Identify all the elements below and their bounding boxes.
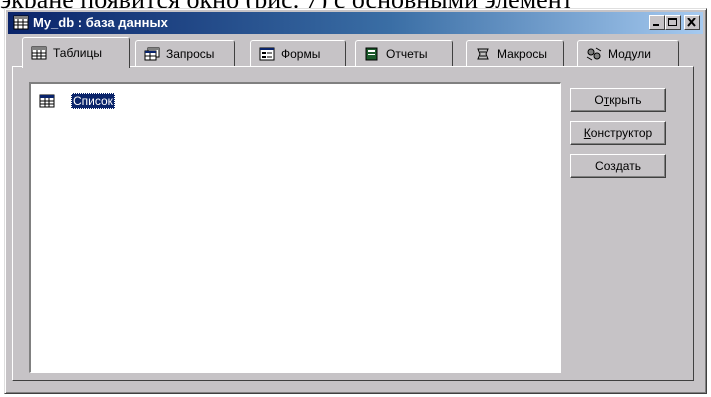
tab-label: Формы	[281, 46, 321, 61]
tab-label: Отчеты	[386, 46, 428, 61]
window-title: My_db : база данных	[33, 15, 168, 30]
form-icon	[259, 47, 275, 60]
button-text: ать	[622, 159, 641, 173]
tab-label: Запросы	[166, 46, 215, 61]
close-icon	[687, 18, 696, 27]
module-icon	[586, 47, 602, 60]
open-button[interactable]: От крыть	[570, 88, 666, 112]
table-icon	[31, 46, 47, 60]
title-bar[interactable]: My_db : база данных	[8, 12, 703, 34]
tab-label: Таблицы	[53, 46, 103, 60]
tab-reports[interactable]: Отчеты	[355, 40, 453, 66]
tab-queries[interactable]: Запросы	[135, 40, 235, 66]
minimize-button[interactable]	[649, 15, 665, 30]
accelerator-key: К	[583, 126, 591, 140]
list-item[interactable]: Список	[39, 92, 115, 110]
button-text: онструктор	[590, 126, 653, 140]
macro-icon	[477, 48, 489, 59]
query-icon	[144, 47, 160, 60]
tab-tables[interactable]: Таблицы	[22, 37, 130, 68]
tab-label: Модули	[608, 46, 651, 61]
tab-forms[interactable]: Формы	[250, 40, 346, 66]
maximize-icon	[668, 18, 677, 26]
tab-label: Макросы	[497, 46, 548, 61]
close-button[interactable]	[684, 15, 700, 30]
minimize-icon	[653, 24, 659, 26]
report-icon	[365, 47, 378, 60]
button-text: крыть	[609, 93, 642, 107]
objects-list[interactable]: Список	[29, 82, 561, 373]
accelerator-key: д	[615, 159, 623, 173]
tab-macros[interactable]: Макросы	[466, 40, 564, 66]
button-text: Соз	[595, 159, 616, 173]
create-button[interactable]: Соз д ать	[570, 154, 666, 178]
list-item-label[interactable]: Список	[71, 93, 115, 109]
tab-modules[interactable]: Модули	[577, 40, 679, 66]
database-icon	[13, 15, 29, 30]
design-button[interactable]: Конструктор	[570, 121, 666, 145]
maximize-button[interactable]	[665, 15, 681, 30]
button-text: О	[594, 93, 604, 107]
table-icon	[39, 94, 55, 108]
